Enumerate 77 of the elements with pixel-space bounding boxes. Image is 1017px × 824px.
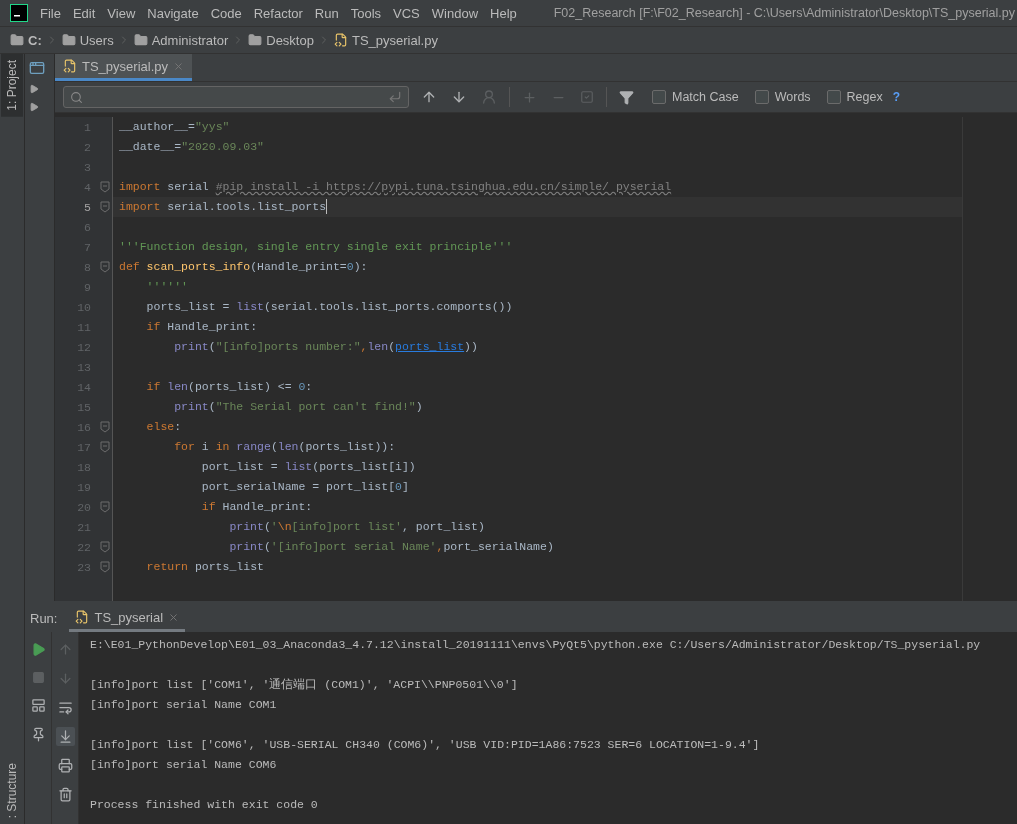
window-icon[interactable] (29, 60, 45, 76)
code-line: port_list = list(ports_list[i]) (200, 459, 417, 475)
code-line: print('[info]port serial Name',port_serialName) (228, 539, 555, 555)
menu-item[interactable]: Refactor (247, 5, 309, 21)
code-line: __author__="yys" (118, 119, 231, 135)
folder-icon (10, 33, 24, 47)
breadcrumb-item[interactable]: Administrator (133, 32, 229, 48)
line-number: 5 (83, 200, 91, 214)
editor-tab[interactable]: TS_pyserial.py (55, 54, 192, 81)
code-line: print('\n[info]port list', port_list) (228, 519, 486, 535)
breadcrumb-item[interactable]: Users (61, 32, 114, 48)
menu-item[interactable]: Code (204, 5, 248, 21)
search-field[interactable] (63, 86, 409, 108)
fold-marker-icon[interactable] (100, 561, 110, 573)
run-label: Run: (30, 611, 58, 626)
fold-marker-icon[interactable] (100, 421, 110, 433)
project-tool-tab[interactable]: 1: Project (1, 54, 23, 117)
fold-marker-icon[interactable] (100, 261, 110, 273)
console-line: [info]port serial Name COM1 (90, 697, 278, 713)
close-icon[interactable] (173, 60, 184, 72)
breadcrumb-item[interactable]: TS_pyserial.py (333, 32, 438, 48)
console-line: [info]port list ['COM6', 'USB-SERIAL CH340 (COM6)', 'USB VID:PID=1A86:7523 SER=6 LOCATION=1-9.4'] (90, 737, 761, 753)
app-logo-icon (10, 4, 28, 22)
menu-item[interactable]: Edit (66, 5, 102, 21)
return-icon[interactable] (388, 90, 402, 104)
close-icon[interactable] (168, 611, 180, 623)
console-line: Process finished with exit code 0 (90, 797, 319, 813)
find-option-checkbox[interactable]: Words (754, 90, 811, 104)
code-line: return ports_list (145, 559, 265, 575)
find-option-checkbox[interactable]: Regex (826, 90, 883, 104)
python-file-icon (63, 59, 77, 73)
window-title: F02_Research [F:\F02_Research] - C:\Users\Administrator\Desktop\TS_pyserial.py (553, 6, 1016, 20)
search-icon (70, 90, 83, 104)
scroll-to-end-icon[interactable] (55, 727, 75, 746)
folder-icon (61, 33, 76, 47)
code-line: for i in range(len(ports_list)): (173, 439, 397, 455)
menu-item[interactable]: Help (484, 5, 523, 21)
menu-item[interactable]: Navigate (141, 5, 205, 21)
fold-marker-icon[interactable] (100, 501, 110, 513)
code-line: else: (145, 419, 183, 435)
python-file-icon (75, 610, 90, 624)
code-line: '''''' (145, 279, 189, 295)
folder-icon (248, 33, 263, 47)
folder-icon (133, 33, 148, 47)
fold-marker-icon[interactable] (100, 201, 110, 213)
code-line: if len(ports_list) <= 0: (145, 379, 314, 395)
code-line: import serial #pip install -i https://pypi.tuna.tsinghua.edu.cn/simple/ pyserial (118, 179, 673, 195)
console-line: [info]port serial Name COM6 (90, 757, 278, 773)
code-line: '''Function design, single entry single exit principle''' (118, 239, 514, 255)
code-line: port_serialName = port_list[0] (200, 479, 410, 495)
code-line: __date__="2020.09.03" (118, 139, 265, 155)
structure-tool-tab[interactable]: : Structure (1, 756, 23, 824)
help-link[interactable]: ? (892, 90, 901, 104)
code-line: ports_list = list(serial.tools.list_ports.comports()) (145, 299, 514, 315)
menu-item[interactable]: VCS (387, 5, 426, 21)
fold-marker-icon[interactable] (100, 541, 110, 553)
code-line: print("The Serial port can't find!") (173, 399, 424, 415)
fold-marker-icon[interactable] (100, 441, 110, 453)
python-file-icon (333, 33, 348, 47)
checkbox-icon[interactable] (578, 88, 596, 106)
menu-item[interactable]: File (34, 5, 67, 21)
breadcrumb-item[interactable]: Desktop (248, 32, 314, 48)
menu-item[interactable]: View (101, 5, 142, 21)
find-option-checkbox[interactable]: Match Case (652, 90, 739, 104)
code-line: if Handle_print: (145, 319, 259, 335)
menu-item[interactable]: Window (425, 5, 485, 21)
console-line: [info]port list ['COM1', '通信端口 (COM1)', 'ACPI\\PNP0501\\0'] (90, 677, 519, 693)
code-line: def scan_ports_info(Handle_print=0): (118, 259, 369, 275)
fold-marker-icon[interactable] (100, 181, 110, 193)
code-line: print("[info]ports number:",len(ports_list)) (173, 339, 479, 355)
code-line: if Handle_print: (200, 499, 314, 515)
menu-item[interactable]: Run (308, 5, 345, 21)
menu-item[interactable]: Tools (344, 5, 388, 21)
console-line: E:\E01_PythonDevelop\E01_03_Anaconda3_4.7.12\install_20191111\envs\PyQt5\python.exe C:/Users/Administrator/Desktop/TS_pyserial.py (90, 637, 982, 653)
run-tab[interactable]: TS_pyserial (69, 605, 186, 632)
text-cursor (326, 199, 328, 215)
breadcrumb-item[interactable]: C: (10, 32, 42, 48)
